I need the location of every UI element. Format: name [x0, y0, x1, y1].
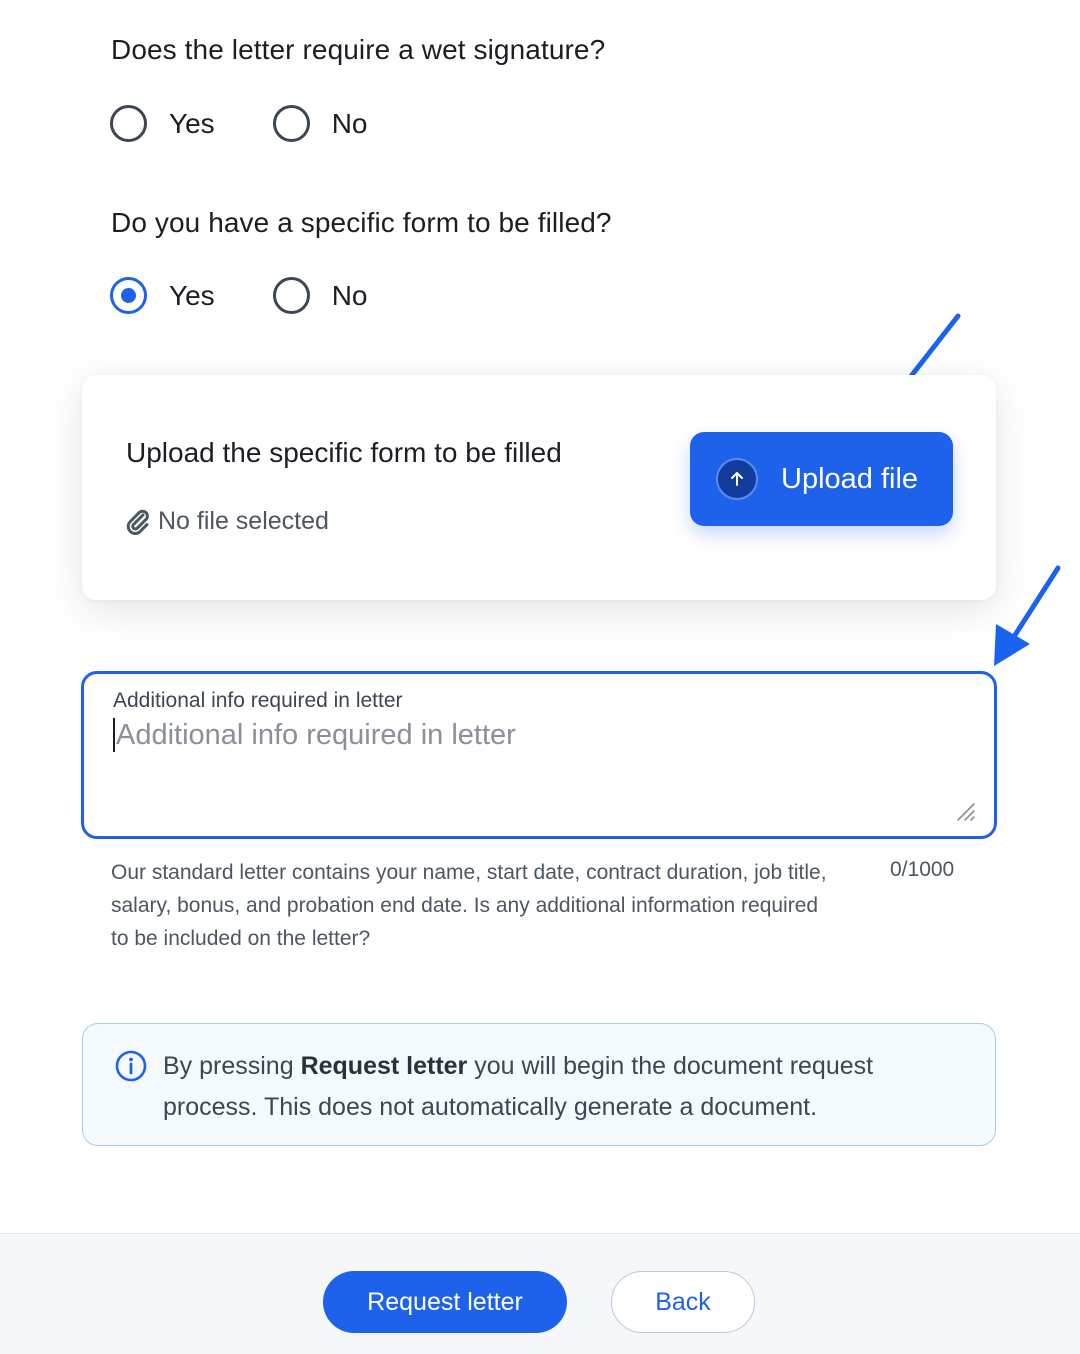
wet-signature-no-radio[interactable] — [272, 105, 310, 142]
wet-signature-yes-radio[interactable] — [110, 105, 147, 142]
file-status-text: No file selected — [158, 507, 329, 535]
additional-info-label: Additional info required in letter — [113, 689, 403, 712]
wet-signature-yes-label[interactable]: Yes — [169, 108, 215, 140]
back-button[interactable]: Back — [611, 1271, 755, 1333]
specific-form-no-label[interactable]: No — [332, 280, 368, 312]
wet-signature-no-option[interactable]: No — [272, 105, 368, 142]
info-notice-bold: Request letter — [300, 1052, 468, 1080]
wet-signature-yes-option[interactable]: Yes — [110, 105, 215, 142]
upload-file-label[interactable]: Upload file — [781, 463, 918, 496]
info-notice: By pressing Request letter you will begi… — [82, 1023, 996, 1146]
character-counter: 0/1000 — [890, 858, 955, 881]
request-letter-button[interactable]: Request letter — [323, 1271, 567, 1333]
wet-signature-no-label[interactable]: No — [332, 108, 368, 140]
additional-info-placeholder[interactable]: Additional info required in letter — [113, 718, 516, 752]
annotation-arrow-icon — [994, 565, 1061, 666]
specific-form-yes-radio[interactable] — [110, 277, 147, 314]
additional-info-helper-text: Our standard letter contains your name, … — [111, 861, 827, 950]
upload-form-card: Upload the specific form to be filled No… — [82, 375, 996, 600]
specific-form-yes-label[interactable]: Yes — [169, 280, 215, 312]
wet-signature-radio-group: Yes No — [110, 105, 425, 142]
specific-form-radio-group: Yes No — [110, 277, 425, 314]
specific-form-no-radio[interactable] — [272, 277, 310, 314]
specific-form-no-option[interactable]: No — [272, 277, 368, 314]
upload-card-title: Upload the specific form to be filled — [126, 437, 562, 468]
specific-form-yes-option[interactable]: Yes — [110, 277, 215, 314]
info-notice-text: By pressing Request letter you will begi… — [163, 1052, 874, 1121]
wet-signature-question: Does the letter require a wet signature? — [111, 34, 606, 65]
info-icon — [115, 1050, 147, 1082]
paperclip-icon — [126, 509, 149, 535]
file-status: No file selected — [126, 507, 329, 536]
upload-file-button[interactable]: Upload file — [690, 432, 953, 526]
arrow-up-circle-icon — [716, 458, 758, 500]
specific-form-question: Do you have a specific form to be filled… — [111, 207, 612, 238]
additional-info-textarea[interactable]: Additional info required in letter Addit… — [81, 671, 997, 839]
footer-bar: Request letter Back — [0, 1233, 1080, 1354]
resize-handle-icon[interactable] — [954, 800, 976, 822]
